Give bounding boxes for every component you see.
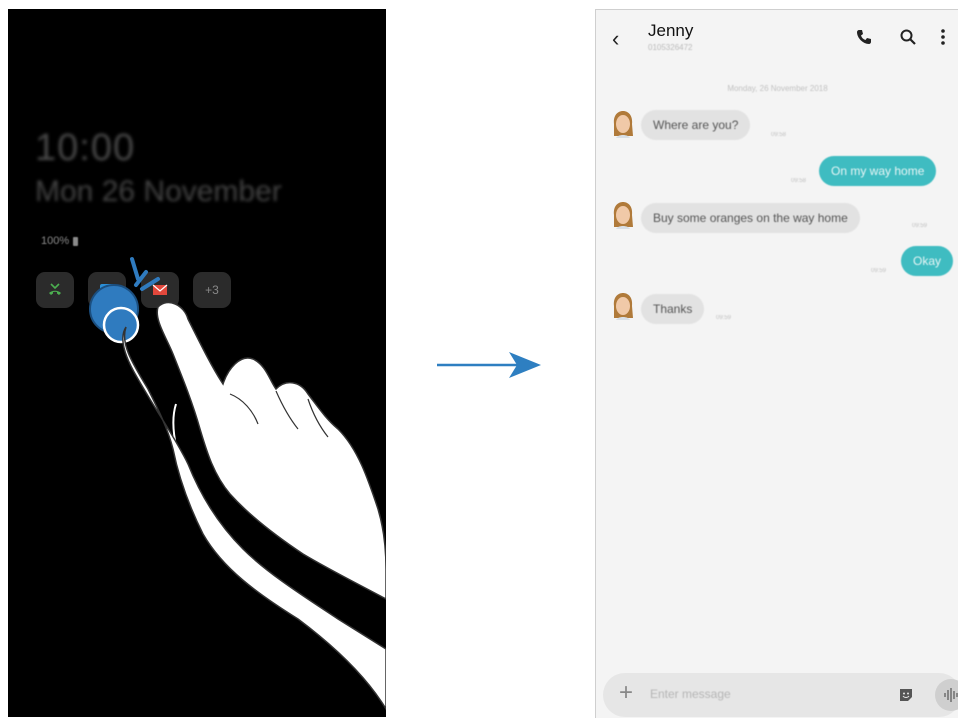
message-time: 09:59 [912,223,928,229]
message-input[interactable]: Enter message [650,687,731,701]
always-on-display-screen: 10:00 Mon 26 November 100% +3 [8,9,386,717]
voice-wave-icon [944,688,958,702]
message-bubble-incoming[interactable]: Thanks [641,294,705,324]
contact-number: 0105326472 [648,43,693,52]
message-composer: + Enter message [603,673,958,717]
message-bubble-outgoing[interactable]: Okay [901,246,954,276]
more-options-icon[interactable] [934,28,952,46]
contact-avatar [613,202,633,229]
message-time: 09:59 [716,315,732,321]
message-bubble-incoming[interactable]: Where are you? [641,110,751,140]
message-time: 09:58 [791,178,807,184]
message-time: 09:59 [871,268,887,274]
conversation-header: ‹ Jenny 0105326472 [596,10,958,68]
date-separator: Monday, 26 November 2018 [727,84,828,93]
message-bubble-incoming[interactable]: Buy some oranges on the way home [641,203,860,233]
contact-name: Jenny [648,21,694,40]
transition-arrow-icon [437,352,541,378]
call-icon[interactable] [855,28,873,46]
message-time: 09:58 [771,132,787,138]
touch-point-inner [102,306,140,344]
hand-double-tap-illustration [89,257,386,711]
add-attachment-icon[interactable]: + [619,679,633,707]
message-bubble-outgoing[interactable]: On my way home [819,156,937,186]
search-icon[interactable] [899,28,917,46]
voice-recorder-button[interactable] [935,679,958,711]
contact-avatar [613,293,633,320]
contact-avatar [613,111,633,138]
back-icon[interactable]: ‹ [612,26,619,52]
sticker-icon[interactable] [898,687,914,703]
messages-conversation-screen: ‹ Jenny 0105326472 Monday, 26 November 2… [595,9,958,718]
